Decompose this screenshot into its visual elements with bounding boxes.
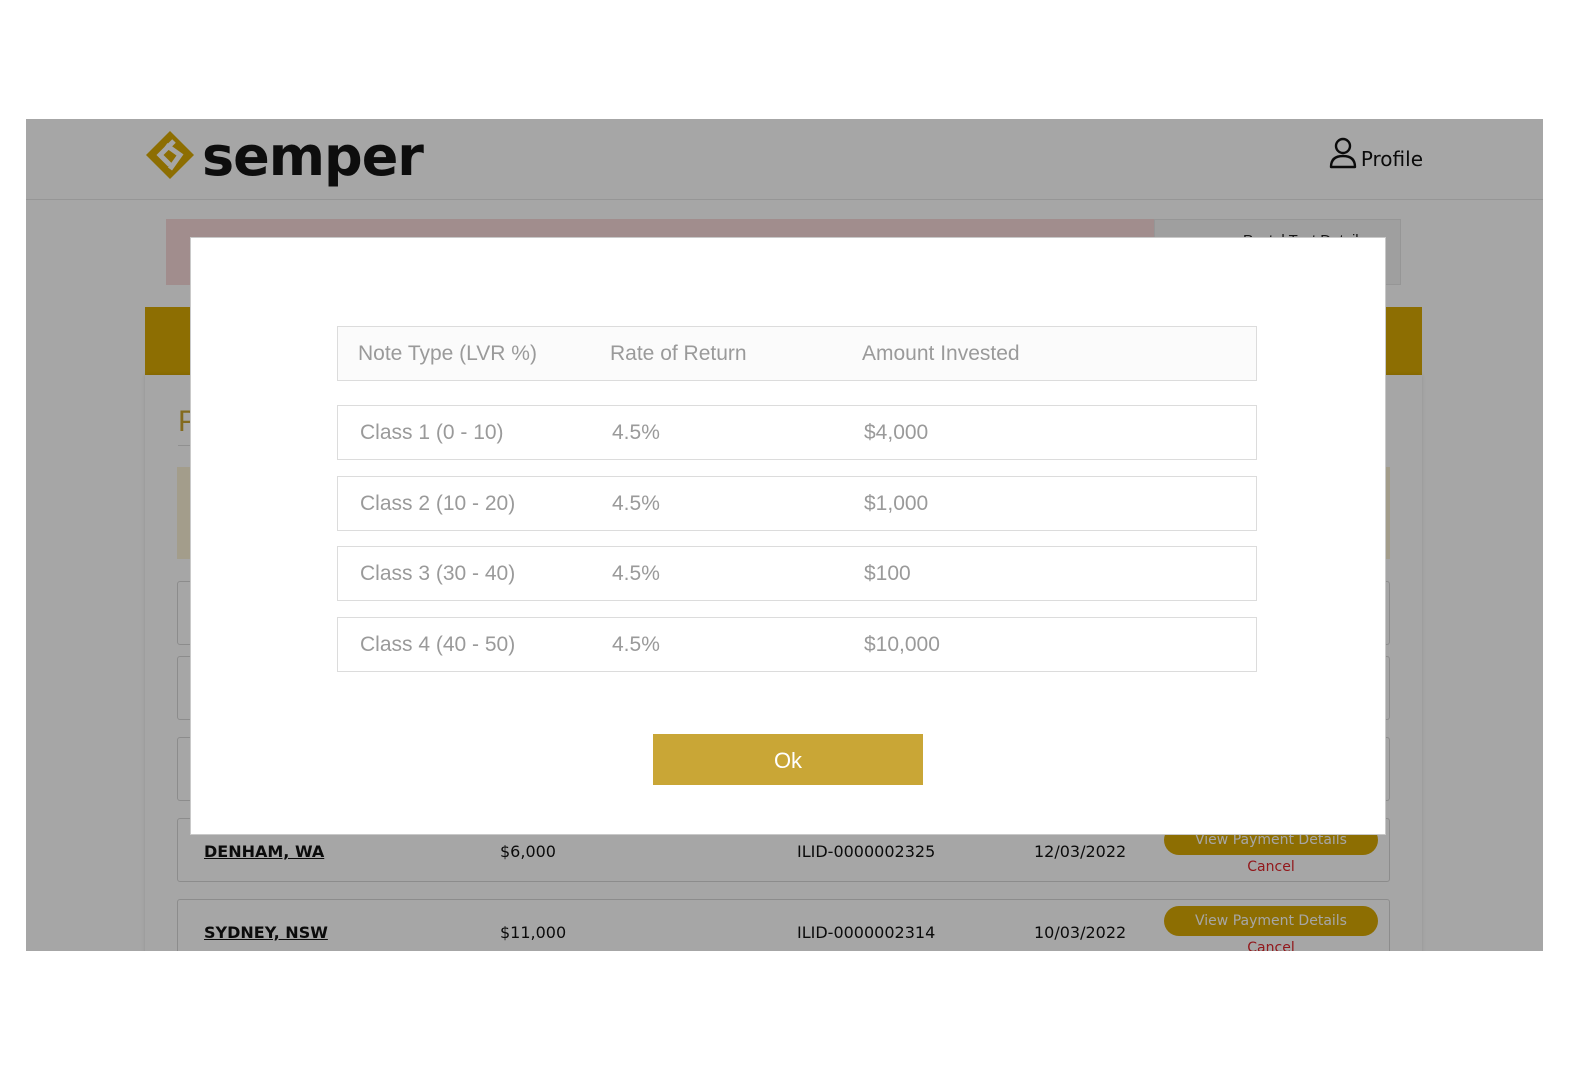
amount-cell: $4,000 <box>864 421 929 444</box>
note-type-cell: Class 4 (40 - 50) <box>360 633 516 656</box>
note-type-cell: Class 2 (10 - 20) <box>360 492 516 515</box>
table-row: Class 3 (30 - 40) 4.5% $100 <box>337 546 1257 601</box>
ok-button[interactable]: Ok <box>653 734 923 785</box>
rate-cell: 4.5% <box>612 492 660 515</box>
rate-cell: 4.5% <box>612 562 660 585</box>
note-type-cell: Class 3 (30 - 40) <box>360 562 516 585</box>
column-header-note-type: Note Type (LVR %) <box>358 342 537 365</box>
rate-cell: 4.5% <box>612 633 660 656</box>
table-row: Class 1 (0 - 10) 4.5% $4,000 <box>337 405 1257 460</box>
amount-cell: $1,000 <box>864 492 929 515</box>
column-header-amount: Amount Invested <box>862 342 1020 365</box>
note-type-cell: Class 1 (0 - 10) <box>360 421 504 444</box>
rate-cell: 4.5% <box>612 421 660 444</box>
investment-breakdown-dialog: Note Type (LVR %) Rate of Return Amount … <box>190 237 1386 835</box>
column-header-rate: Rate of Return <box>610 342 747 365</box>
table-row: Class 2 (10 - 20) 4.5% $1,000 <box>337 476 1257 531</box>
amount-cell: $10,000 <box>864 633 940 656</box>
table-header: Note Type (LVR %) Rate of Return Amount … <box>337 326 1257 381</box>
table-row: Class 4 (40 - 50) 4.5% $10,000 <box>337 617 1257 672</box>
amount-cell: $100 <box>864 562 911 585</box>
